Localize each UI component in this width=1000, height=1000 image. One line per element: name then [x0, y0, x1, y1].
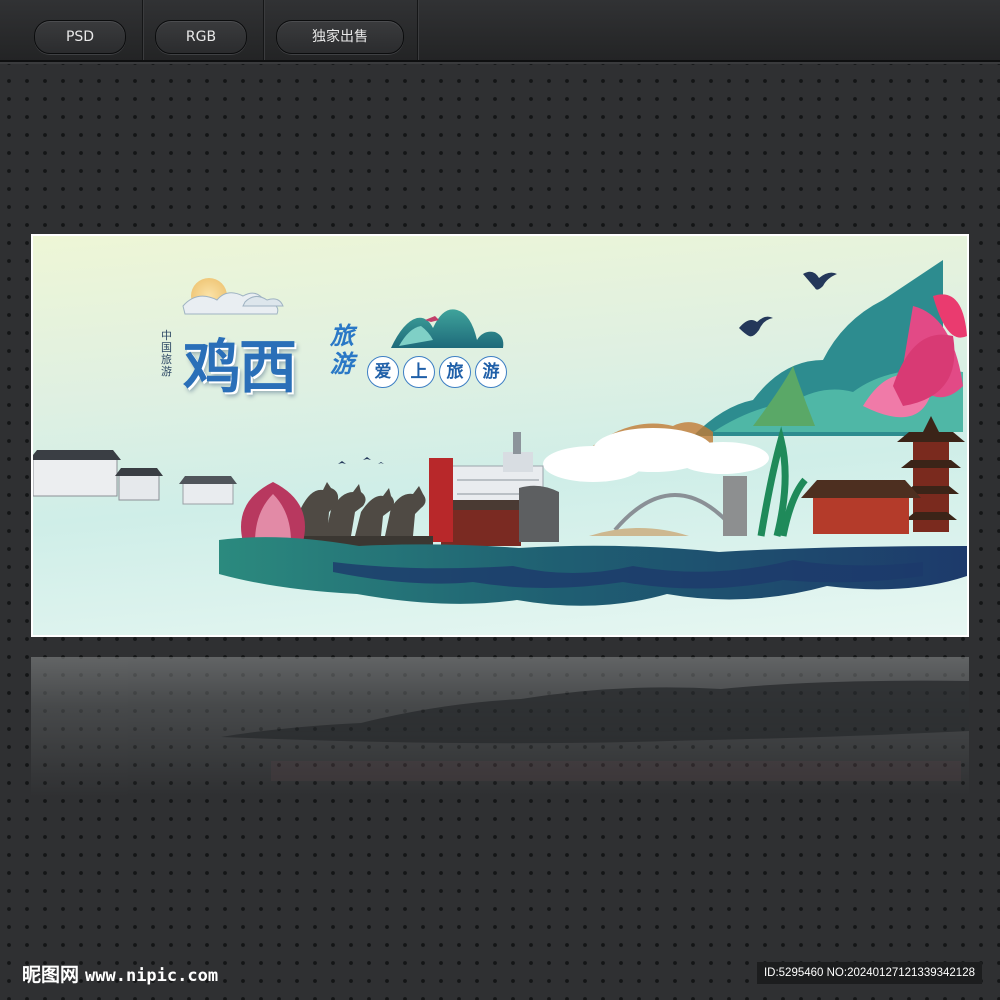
site-name: 昵图网: [22, 964, 80, 986]
poster-title: 鸡西: [183, 333, 297, 401]
exclusive-sale-button[interactable]: 独家出售: [276, 20, 404, 54]
top-toolbar: PSD RGB 独家出售: [0, 0, 1000, 62]
psd-format-button[interactable]: PSD: [34, 20, 126, 54]
temple-building: [801, 480, 921, 534]
village-houses: [33, 450, 237, 505]
poster-reflection: [31, 657, 969, 797]
slogan-char: 游: [475, 356, 507, 388]
vertical-subtitle: 中国旅游: [161, 329, 172, 378]
site-watermark: 昵图网 www.nipic.com: [22, 960, 218, 987]
slogan-char: 爱: [367, 356, 399, 388]
slogan-char: 上: [403, 356, 435, 388]
site-url[interactable]: www.nipic.com: [85, 966, 218, 986]
rgb-mode-button[interactable]: RGB: [155, 20, 247, 54]
image-id-label: ID:5295460 NO:20240127121339342128: [756, 962, 982, 984]
sun-cloud-icon: [182, 278, 284, 315]
mountain-graphic: [391, 309, 504, 348]
reflection-silhouette: [221, 680, 969, 781]
slogan-circles: 爱 上 旅 游: [367, 356, 507, 388]
poster-title-side: 旅游: [330, 321, 354, 378]
ink-wash-base: [219, 537, 967, 606]
lotus-sculpture-left: [241, 482, 305, 542]
cloud-layer: [543, 428, 769, 482]
poster-preview[interactable]: 中国旅游 鸡西 旅游 爱 上 旅 游: [31, 234, 969, 637]
slogan-char: 旅: [439, 356, 471, 388]
poster-artwork: [33, 260, 967, 606]
